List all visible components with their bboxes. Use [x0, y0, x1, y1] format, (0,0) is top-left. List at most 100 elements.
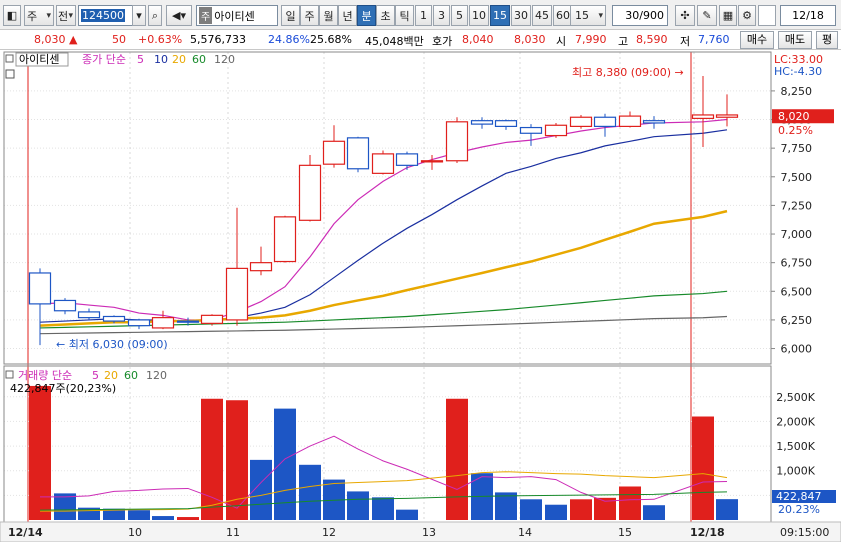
candle-body — [445, 121, 469, 162]
draw-tool-icon[interactable]: ✎ — [697, 5, 717, 26]
low-value: 7,760 — [698, 33, 730, 46]
date-input[interactable]: 12/18 — [780, 5, 836, 26]
price-tick-label: 6,500 — [781, 285, 813, 298]
candle-body — [225, 267, 249, 321]
stock-chart[interactable]: 8,2508,0007,7507,5007,2507,0006,7506,500… — [0, 50, 841, 542]
volume-bar — [177, 517, 199, 520]
period-select[interactable]: 주 — [24, 5, 54, 26]
amount-value: 45,048백만 — [365, 35, 424, 48]
volume-bar — [545, 504, 567, 520]
volume-legend-title: 거래량 단순 — [18, 369, 72, 382]
interval-tab-10[interactable]: 10 — [469, 5, 489, 26]
open-value: 7,990 — [575, 33, 607, 46]
volume-legend-period-5: 5 — [92, 369, 99, 382]
low-annotation: ← 최저 6,030 (09:00) — [56, 338, 168, 351]
legend-period-120: 120 — [214, 53, 235, 66]
tool-grid-icon[interactable]: ▦ — [719, 5, 737, 26]
evaluation-button[interactable]: 평 — [816, 31, 838, 49]
search-icon[interactable]: ⌕ — [148, 5, 162, 26]
volume-value-label: 422,847주(20,23%) — [10, 382, 116, 395]
time-axis-label: 12/18 — [690, 526, 725, 539]
volume-bar — [347, 491, 369, 520]
volume-bar — [201, 398, 223, 520]
volume-bar — [396, 509, 418, 520]
time-axis-label: 12 — [322, 526, 336, 539]
interval-select-value: 15 — [575, 9, 589, 22]
volume-current-tag: 422,847 — [776, 490, 822, 503]
time-axis-label: 12/14 — [8, 526, 43, 539]
volume-bar — [226, 400, 248, 520]
candle-body — [618, 115, 642, 127]
stock-code-value: 124500 — [81, 9, 125, 22]
date-checkbox[interactable] — [758, 5, 776, 26]
legend-period-60: 60 — [192, 53, 206, 66]
period-tab-0[interactable]: 일 — [281, 5, 300, 26]
speaker-icon[interactable]: ◀▾ — [166, 5, 192, 26]
legend-ma-title: 종가 단순 — [82, 53, 126, 66]
period-tab-4[interactable]: 분 — [357, 5, 376, 26]
volume-bar — [716, 499, 738, 520]
bid-value: 8,030 — [514, 33, 546, 46]
gear-icon[interactable]: ⚙ — [738, 5, 756, 26]
ratio-value: 25.68% — [310, 33, 352, 46]
volume-bar — [495, 492, 517, 520]
time-axis-label: 10 — [128, 526, 142, 539]
interval-tab-1[interactable]: 1 — [415, 5, 432, 26]
volume-tick-label: 1,000K — [776, 465, 815, 478]
open-label: 시 — [556, 35, 567, 48]
volume-tick-label: 2,000K — [776, 415, 815, 428]
period-select-value: 주 — [27, 9, 38, 23]
ask-value: 8,040 — [462, 33, 494, 46]
legend-stock-name: 아이티센 — [19, 53, 59, 66]
candle-body — [395, 153, 419, 166]
interval-tab-30[interactable]: 30 — [511, 5, 531, 26]
sell-button[interactable]: 매도 — [778, 31, 812, 49]
high-value: 8,590 — [636, 33, 668, 46]
legend-period-5: 5 — [137, 53, 144, 66]
data-count-input[interactable]: 30/900 — [612, 5, 668, 26]
price-tick-label: 8,250 — [781, 85, 813, 98]
period-tab-1[interactable]: 주 — [300, 5, 319, 26]
current-pct-tag: 0.25% — [778, 124, 813, 137]
interval-tab-45[interactable]: 45 — [532, 5, 552, 26]
crosshair-icon[interactable]: ✣ — [675, 5, 695, 26]
price-tick-label: 6,750 — [781, 257, 813, 270]
chart-menu-icon[interactable]: ◧ — [3, 5, 21, 26]
volume-tick-label: 2,500K — [776, 391, 815, 404]
candle-body — [569, 116, 593, 127]
volume-bar — [692, 416, 714, 520]
candle-body — [322, 140, 346, 165]
period-tab-6[interactable]: 틱 — [395, 5, 414, 26]
market-tag: 주 — [199, 7, 213, 24]
volume-value: 5,576,733 — [190, 33, 246, 46]
volume-bar — [299, 464, 321, 520]
candle-body — [420, 160, 444, 163]
prev-select[interactable]: 전 — [56, 5, 76, 26]
volume-bar — [152, 516, 174, 520]
volume-legend-period-60: 60 — [124, 369, 138, 382]
low-label: 저 — [680, 35, 691, 48]
volume-bar — [446, 398, 468, 520]
period-tab-3[interactable]: 년 — [338, 5, 357, 26]
period-tab-2[interactable]: 월 — [319, 5, 338, 26]
interval-tab-15[interactable]: 15 — [490, 5, 510, 26]
period-tab-5[interactable]: 초 — [376, 5, 395, 26]
stock-name-field[interactable]: 주 아이티센 — [196, 5, 278, 26]
candle-body — [544, 124, 568, 137]
time-axis-label: 13 — [422, 526, 436, 539]
high-annotation: 최고 8,380 (09:00) → — [572, 66, 684, 79]
buy-button[interactable]: 매수 — [740, 31, 774, 49]
candle-body — [273, 216, 297, 263]
turnover-value: 24.86% — [268, 33, 310, 46]
time-axis-label: 15 — [618, 526, 632, 539]
volume-bar — [520, 499, 542, 520]
interval-tab-5[interactable]: 5 — [451, 5, 468, 26]
candle-body — [470, 120, 494, 125]
interval-select[interactable]: 15 — [570, 5, 606, 26]
price-tick-label: 7,750 — [781, 142, 813, 155]
corner-time: 09:15:00 — [780, 526, 829, 539]
code-dropdown-icon[interactable]: ▾ — [132, 5, 146, 26]
volume-legend-period-20: 20 — [104, 369, 118, 382]
price-tick-label: 7,000 — [781, 228, 813, 241]
interval-tab-3[interactable]: 3 — [433, 5, 450, 26]
